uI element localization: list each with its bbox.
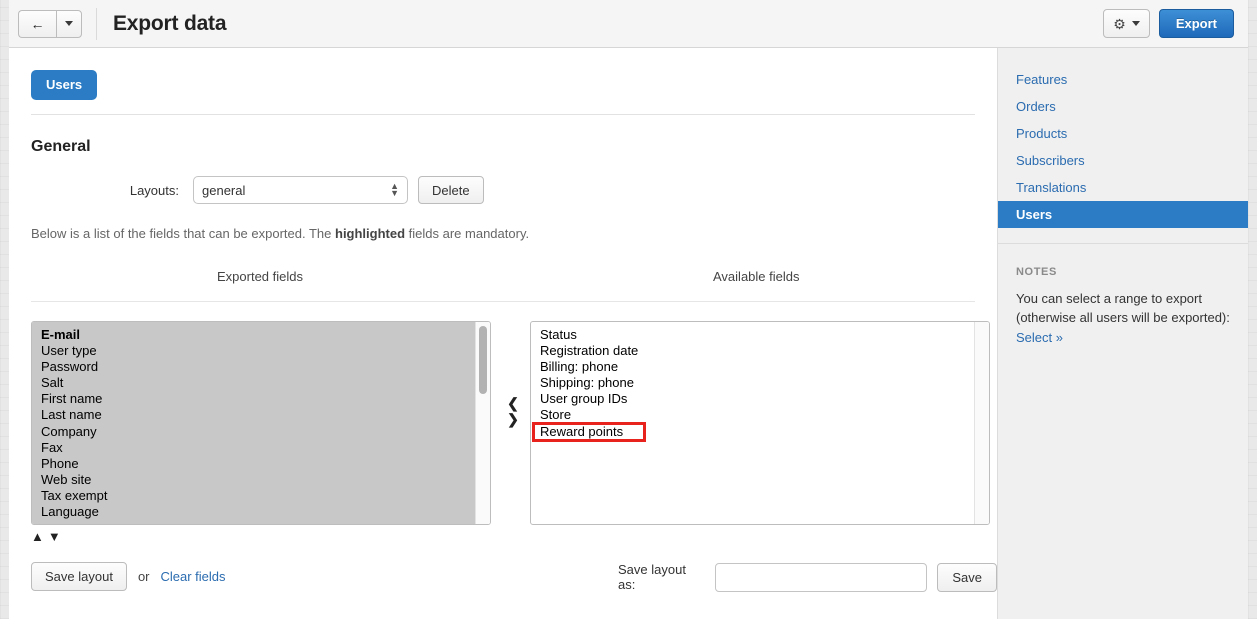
clear-fields-link[interactable]: Clear fields <box>161 569 226 584</box>
chevron-left-icon[interactable]: ❮ <box>501 395 525 411</box>
gear-icon: ⚙ <box>1113 17 1126 31</box>
arrow-left-icon: ← <box>31 16 45 32</box>
back-button[interactable]: ← <box>18 10 56 38</box>
back-button-group: ← <box>18 10 82 38</box>
left-page-gutter <box>0 0 9 619</box>
available-fields-header: Available fields <box>713 269 799 284</box>
save-layout-as-label: Save layout as: <box>618 562 705 592</box>
sidebar-item-users[interactable]: Users <box>998 201 1248 228</box>
exported-field-option[interactable]: User type <box>32 343 475 359</box>
chevron-up-icon[interactable]: ▲ <box>31 529 48 544</box>
sidebar-nav: FeaturesOrdersProductsSubscribersTransla… <box>998 66 1248 228</box>
available-fields-options: StatusRegistration dateBilling: phoneShi… <box>531 322 974 524</box>
main-content: Users General Layouts: general ▲▼ Delete… <box>9 48 997 619</box>
or-label: or <box>138 569 150 584</box>
chevron-down-icon <box>1132 21 1140 26</box>
note-suffix: fields are mandatory. <box>405 226 529 241</box>
available-field-option[interactable]: Store <box>531 407 974 423</box>
right-page-gutter <box>1248 0 1257 619</box>
available-field-option[interactable]: Status <box>531 327 974 343</box>
form-footer: Save layout or Clear fields Save layout … <box>9 544 997 619</box>
delete-layout-button[interactable]: Delete <box>418 176 484 204</box>
sort-controls: ▲▼ <box>31 529 65 544</box>
column-headers: Exported fields Available fields <box>9 257 997 301</box>
columns-divider <box>31 301 975 302</box>
exported-fields-header: Exported fields <box>217 269 303 284</box>
transfer-buttons: ❮ ❯ <box>501 395 525 427</box>
save-button[interactable]: Save <box>937 563 997 592</box>
notes-line-2: (otherwise all users will be exported): <box>1016 308 1230 327</box>
layouts-select[interactable]: general <box>193 176 408 204</box>
exported-fields-scrollbar[interactable] <box>475 322 490 524</box>
exported-field-option[interactable]: Tax exempt <box>32 488 475 504</box>
available-field-option-highlighted[interactable]: Reward points <box>534 424 644 440</box>
chevron-down-icon <box>65 21 73 26</box>
back-dropdown-button[interactable] <box>56 10 82 38</box>
app-window: ← Export data ⚙ Export Users <box>0 0 1257 619</box>
layouts-label: Layouts: <box>31 183 193 198</box>
layouts-select-wrapper: general ▲▼ <box>193 176 408 204</box>
notes-line-1: You can select a range to export <box>1016 289 1230 308</box>
tab-bar: Users <box>9 48 997 114</box>
note-prefix: Below is a list of the fields that can b… <box>31 226 335 241</box>
exported-fields-listbox[interactable]: E-mailUser typePasswordSaltFirst nameLas… <box>31 321 491 525</box>
available-fields-listbox[interactable]: StatusRegistration dateBilling: phoneShi… <box>530 321 990 525</box>
exported-field-option[interactable]: E-mail <box>32 327 475 343</box>
exported-field-option[interactable]: Phone <box>32 456 475 472</box>
chevron-right-icon[interactable]: ❯ <box>501 411 525 427</box>
exported-field-option[interactable]: Fax <box>32 440 475 456</box>
save-layout-as-input[interactable] <box>715 563 928 592</box>
available-field-option[interactable]: Registration date <box>531 343 974 359</box>
page-body: Users General Layouts: general ▲▼ Delete… <box>9 48 1248 619</box>
sidebar-item-products[interactable]: Products <box>998 120 1248 147</box>
mandatory-fields-note: Below is a list of the fields that can b… <box>9 204 997 241</box>
footer-left-actions: Save layout or Clear fields <box>31 562 226 591</box>
layouts-row: Layouts: general ▲▼ Delete <box>9 156 997 204</box>
top-toolbar: ← Export data ⚙ Export <box>9 0 1248 48</box>
sidebar-item-subscribers[interactable]: Subscribers <box>998 147 1248 174</box>
footer-right-actions: Save layout as: Save <box>618 562 997 592</box>
available-field-option[interactable]: Shipping: phone <box>531 375 974 391</box>
toolbar-divider <box>96 8 97 40</box>
tab-users[interactable]: Users <box>31 70 97 100</box>
sidebar-item-features[interactable]: Features <box>998 66 1248 93</box>
available-fields-scrollbar[interactable] <box>974 322 989 524</box>
page-title: Export data <box>113 12 226 36</box>
exported-field-option[interactable]: Language <box>32 504 475 520</box>
notes-body: You can select a range to export (otherw… <box>998 278 1248 347</box>
chevron-down-icon[interactable]: ▼ <box>48 529 65 544</box>
note-bold: highlighted <box>335 226 405 241</box>
dual-list-area: E-mailUser typePasswordSaltFirst nameLas… <box>9 321 997 533</box>
select-range-link[interactable]: Select » <box>1016 327 1063 347</box>
export-button[interactable]: Export <box>1159 9 1234 38</box>
settings-button[interactable]: ⚙ <box>1103 9 1150 38</box>
notes-heading: NOTES <box>998 244 1248 278</box>
exported-fields-options: E-mailUser typePasswordSaltFirst nameLas… <box>32 322 475 524</box>
general-section-heading: General <box>9 115 997 156</box>
available-field-option[interactable]: User group IDs <box>531 391 974 407</box>
available-field-option[interactable]: Billing: phone <box>531 359 974 375</box>
app-shell: ← Export data ⚙ Export Users <box>9 0 1248 619</box>
exported-field-option[interactable]: Company <box>32 424 475 440</box>
scrollbar-thumb[interactable] <box>479 326 487 394</box>
exported-field-option[interactable]: Web site <box>32 472 475 488</box>
exported-field-option[interactable]: Salt <box>32 375 475 391</box>
exported-field-option[interactable]: Last name <box>32 407 475 423</box>
save-layout-button[interactable]: Save layout <box>31 562 127 591</box>
sidebar-item-translations[interactable]: Translations <box>998 174 1248 201</box>
right-sidebar: FeaturesOrdersProductsSubscribersTransla… <box>997 48 1248 619</box>
sidebar-item-orders[interactable]: Orders <box>998 93 1248 120</box>
exported-field-option[interactable]: First name <box>32 391 475 407</box>
exported-field-option[interactable]: Password <box>32 359 475 375</box>
